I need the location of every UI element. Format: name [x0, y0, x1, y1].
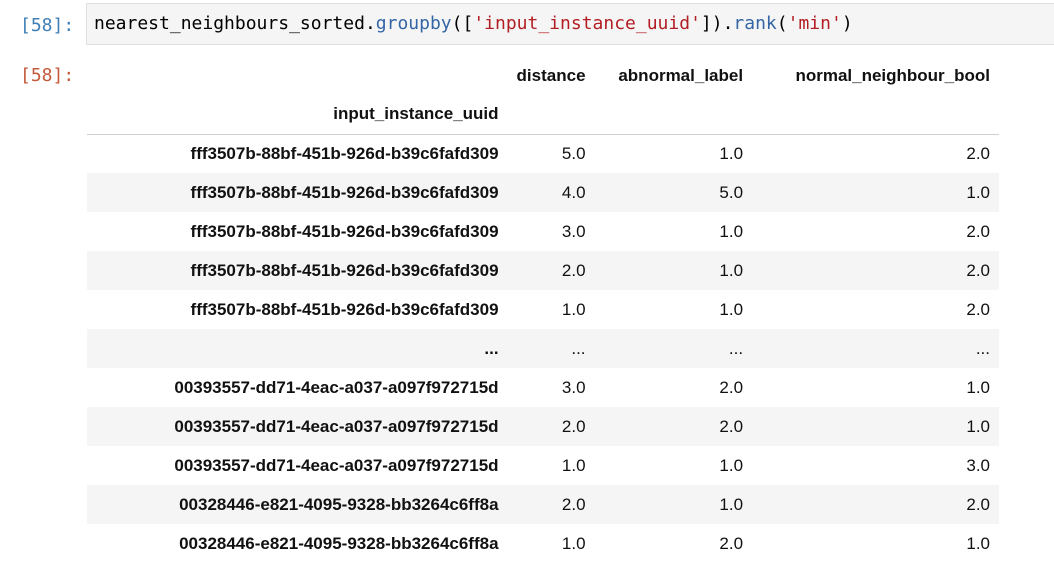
row-index-uuid: 00328446-e821-4095-9328-bb3264c6ff8a	[179, 494, 499, 514]
table-row: fff3507b-88bf-451b-926d-b39c6fafd309 2.0 1…	[87, 251, 999, 290]
table-row: 00328446-e821-4095-9328-bb3264c6ff8a 2.0 1…	[87, 485, 999, 524]
code-token-punct: (	[776, 13, 788, 34]
ellipsis-row: ............	[87, 329, 999, 368]
dataframe-body: fff3507b-88bf-451b-926d-b39c6fafd309 5.0 1…	[87, 134, 999, 563]
code-token-method: groupby	[375, 13, 452, 34]
cell-distance: 2.0	[561, 494, 586, 514]
table-row: 00393557-dd71-4eac-a037-a097f972715d 1.0 1…	[87, 446, 999, 485]
code-token-punct: ([	[451, 13, 474, 34]
code-token-str: 'input_instance_uuid'	[473, 13, 701, 34]
cell-normal-neighbour-bool: 1.0	[966, 533, 990, 553]
cell-distance: 3.0	[561, 221, 586, 241]
header-blank	[752, 95, 999, 135]
header-blank	[87, 56, 508, 95]
cell-abnormal-label: 1.0	[719, 221, 744, 241]
cell-distance: ...	[571, 338, 586, 358]
code-line[interactable]: nearest_neighbours_sorted.groupby(['inpu…	[94, 13, 853, 35]
table-row: fff3507b-88bf-451b-926d-b39c6fafd309 4.0 5…	[87, 173, 999, 212]
code-input-cell[interactable]: nearest_neighbours_sorted.groupby(['inpu…	[86, 3, 1054, 45]
cell-distance: 4.0	[561, 182, 586, 202]
cell-abnormal-label: 5.0	[719, 182, 744, 202]
row-index-uuid: fff3507b-88bf-451b-926d-b39c6fafd309	[190, 221, 499, 241]
table-row: fff3507b-88bf-451b-926d-b39c6fafd309 5.0 1…	[87, 134, 999, 173]
table-row: fff3507b-88bf-451b-926d-b39c6fafd309 1.0 1…	[87, 290, 999, 329]
row-index-uuid: fff3507b-88bf-451b-926d-b39c6fafd309	[190, 260, 499, 280]
cell-normal-neighbour-bool: 2.0	[966, 143, 990, 163]
cell-abnormal-label: 1.0	[719, 299, 744, 319]
code-token-punct: )	[841, 13, 853, 34]
cell-abnormal-label: 1.0	[719, 260, 744, 280]
row-index-uuid: 00328446-e821-4095-9328-bb3264c6ff8a	[179, 533, 499, 553]
input-prompt: [58]:	[20, 15, 75, 36]
index-name-row: input_instance_uuid	[87, 95, 999, 135]
cell-normal-neighbour-bool: 2.0	[966, 299, 990, 319]
row-index-uuid: 00393557-dd71-4eac-a037-a097f972715d	[174, 416, 499, 436]
code-token-dot: .	[364, 13, 376, 34]
row-index-uuid: ...	[484, 338, 499, 358]
cell-normal-neighbour-bool: 2.0	[966, 260, 990, 280]
cell-normal-neighbour-bool: 2.0	[966, 494, 990, 514]
code-token-name: nearest_neighbours_sorted	[94, 13, 365, 34]
cell-abnormal-label: 1.0	[719, 494, 744, 514]
table-row: 00393557-dd71-4eac-a037-a097f972715d 3.0 2…	[87, 368, 999, 407]
cell-distance: 1.0	[561, 455, 586, 475]
cell-distance: 5.0	[561, 143, 586, 163]
cell-normal-neighbour-bool: 1.0	[966, 377, 990, 397]
cell-abnormal-label: ...	[728, 338, 744, 358]
header-blank	[594, 95, 753, 135]
cell-distance: 3.0	[561, 377, 586, 397]
output-area: distance abnormal_label normal_neighbour…	[87, 56, 999, 563]
row-index-uuid: 00393557-dd71-4eac-a037-a097f972715d	[174, 455, 499, 475]
index-name-header: input_instance_uuid	[87, 95, 508, 135]
cell-distance: 1.0	[561, 533, 586, 553]
table-row: fff3507b-88bf-451b-926d-b39c6fafd309 3.0 1…	[87, 212, 999, 251]
cell-abnormal-label: 2.0	[719, 377, 744, 397]
row-index-uuid: fff3507b-88bf-451b-926d-b39c6fafd309	[190, 182, 499, 202]
code-token-punct: ]).	[700, 13, 734, 34]
column-header-distance: distance	[516, 65, 586, 85]
cell-abnormal-label: 2.0	[719, 416, 744, 436]
cell-normal-neighbour-bool: ...	[975, 338, 990, 358]
table-row: 00393557-dd71-4eac-a037-a097f972715d 2.0 2…	[87, 407, 999, 446]
cell-abnormal-label: 2.0	[719, 533, 744, 553]
cell-normal-neighbour-bool: 3.0	[966, 455, 990, 475]
cell-normal-neighbour-bool: 1.0	[966, 182, 990, 202]
code-token-str: 'min'	[787, 13, 842, 34]
code-token-method: rank	[733, 13, 777, 34]
row-index-uuid: fff3507b-88bf-451b-926d-b39c6fafd309	[190, 299, 499, 319]
output-prompt: [58]:	[20, 65, 75, 86]
cell-distance: 2.0	[561, 260, 586, 280]
cell-normal-neighbour-bool: 2.0	[966, 221, 990, 241]
cell-abnormal-label: 1.0	[719, 455, 744, 475]
cell-abnormal-label: 1.0	[719, 143, 744, 163]
cell-distance: 1.0	[561, 299, 586, 319]
column-header-row: distance abnormal_label normal_neighbour…	[87, 56, 999, 95]
row-index-uuid: fff3507b-88bf-451b-926d-b39c6fafd309	[190, 143, 499, 163]
cell-distance: 2.0	[561, 416, 586, 436]
dataframe-table: distance abnormal_label normal_neighbour…	[87, 56, 999, 563]
header-blank	[507, 95, 595, 135]
cell-normal-neighbour-bool: 1.0	[966, 416, 990, 436]
column-header-abnormal-label: abnormal_label	[618, 65, 744, 85]
table-row: 00328446-e821-4095-9328-bb3264c6ff8a 1.0 2…	[87, 524, 999, 563]
row-index-uuid: 00393557-dd71-4eac-a037-a097f972715d	[174, 377, 499, 397]
column-header-normal-neighbour-bool: normal_neighbour_bool	[795, 65, 990, 85]
